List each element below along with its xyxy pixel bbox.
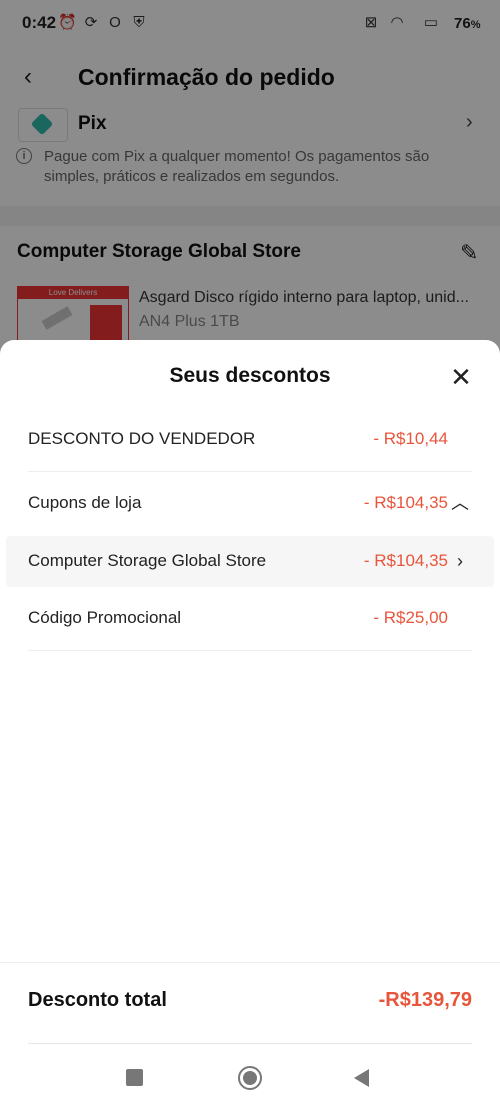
home-icon[interactable] [238,1066,262,1090]
row-label: Código Promocional [28,608,182,627]
sheet-title: Seus descontos [169,364,331,387]
divider [28,650,472,651]
row-label: DESCONTO DO VENDEDOR [28,429,256,448]
promo-code-row[interactable]: Código Promocional - R$25,00 [28,603,472,633]
divider [28,471,472,472]
footer-divider [0,962,500,963]
seller-discount-row: DESCONTO DO VENDEDOR - R$10,44 [28,424,472,454]
store-coupons-row[interactable]: Cupons de loja - R$104,35 ︿ [28,488,472,518]
chevron-up-icon[interactable]: ︿ [450,488,470,518]
row-label: Cupons de loja [28,493,142,512]
close-icon[interactable]: ✕ [448,364,474,390]
row-value: - R$104,35 [363,493,448,512]
recents-icon[interactable] [126,1069,143,1086]
row-label: Computer Storage Global Store [28,551,267,570]
total-discount-value: -R$139,79 [378,989,472,1011]
row-value: - R$25,00 [373,608,448,627]
chevron-right-icon[interactable]: › [450,546,470,576]
back-nav-icon[interactable] [354,1069,369,1087]
coupon-store-row[interactable]: Computer Storage Global Store - R$104,35… [28,546,472,576]
total-discount-label: Desconto total [28,989,167,1011]
row-value: - R$104,35 [363,551,448,570]
row-value: - R$10,44 [373,429,448,448]
divider [28,1043,472,1044]
